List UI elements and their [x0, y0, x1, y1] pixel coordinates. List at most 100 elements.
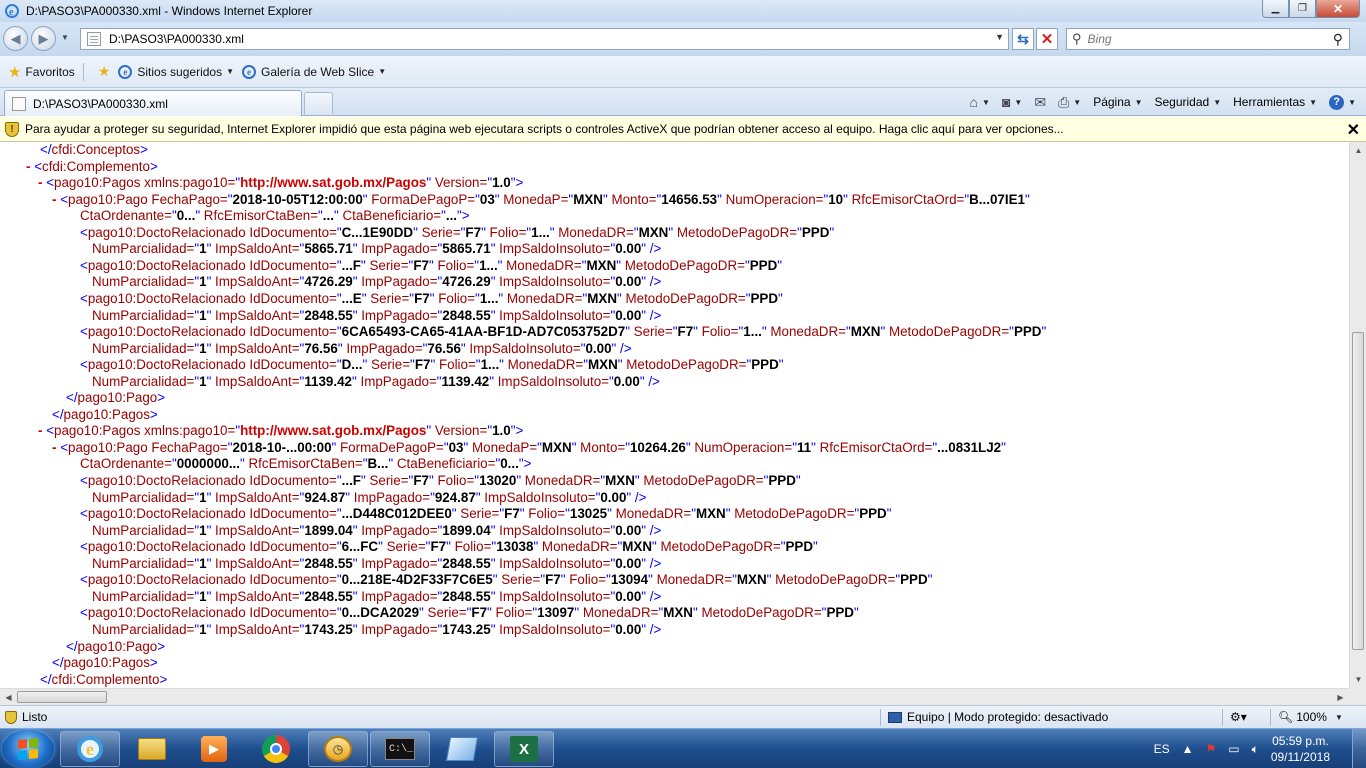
chevron-down-icon: ▼	[1073, 97, 1082, 107]
xml-line: NumParcialidad="1" ImpSaldoAnt="1139.42"…	[92, 373, 660, 389]
xml-closing-tag: </pago10:Pagos>	[52, 406, 158, 422]
show-hidden-icons-icon[interactable]: ▲	[1182, 742, 1194, 756]
help-icon: ?	[1329, 94, 1345, 110]
vertical-scrollbar[interactable]: ▲ ▼	[1349, 142, 1366, 688]
xml-element: <pago10:DoctoRelacionado IdDocumento="..…	[80, 473, 801, 488]
address-bar[interactable]: D:\PASO3\PA000330.xml ▼	[80, 28, 1009, 50]
security-menu[interactable]: Seguridad ▼	[1154, 95, 1221, 109]
language-indicator[interactable]: ES	[1154, 742, 1170, 756]
stop-button[interactable]: ✕	[1036, 28, 1058, 50]
print-button[interactable]: ⎙ ▼	[1058, 94, 1081, 111]
taskbar-excel[interactable]: X	[494, 731, 554, 767]
xml-element: <pago10:DoctoRelacionado IdDocumento="..…	[80, 257, 783, 273]
restore-button[interactable]: ❐	[1289, 0, 1316, 18]
taskbar-media-player[interactable]: ▶	[184, 731, 244, 767]
clock-icon: ◷	[324, 736, 352, 762]
start-button[interactable]	[2, 730, 54, 768]
taskbar-file-explorer[interactable]	[122, 731, 182, 767]
window-controls: ▁ ❐ ✕	[1262, 0, 1360, 18]
media-player-icon: ▶	[201, 736, 227, 762]
xml-element: <pago10:DoctoRelacionado IdDocumento="6C…	[80, 324, 1047, 340]
taskbar-internet-explorer[interactable]: e	[60, 731, 120, 767]
clock-time: 05:59 p.m.	[1272, 734, 1329, 748]
page-icon	[87, 32, 101, 46]
chevron-down-icon: ▼	[1134, 97, 1143, 107]
xml-line: NumParcialidad="1" ImpSaldoAnt="4726.29"…	[92, 274, 662, 290]
scroll-right-icon[interactable]: ▶	[1332, 689, 1349, 706]
xml-element: <pago10:DoctoRelacionado IdDocumento="..…	[80, 290, 783, 306]
action-center-icon[interactable]: ▭	[1228, 742, 1239, 756]
xml-element: <pago10:DoctoRelacionado IdDocumento="0.…	[80, 572, 933, 588]
forward-button[interactable]: ▶	[31, 26, 56, 51]
mail-button[interactable]: ✉	[1034, 94, 1046, 111]
history-dropdown[interactable]: ▼	[61, 33, 69, 42]
ie-page-icon: e	[242, 64, 257, 79]
home-button[interactable]: ⌂ ▼	[970, 94, 990, 110]
vertical-scroll-thumb[interactable]	[1352, 332, 1364, 650]
favorites-button[interactable]: ★ Favoritos	[8, 63, 75, 81]
scroll-down-icon[interactable]: ▼	[1350, 671, 1366, 688]
web-slice-gallery-button[interactable]: e Galería de Web Slice ▼	[242, 64, 387, 79]
tab-current[interactable]: D:\PASO3\PA000330.xml	[4, 90, 302, 116]
chevron-down-icon: ▼	[378, 67, 387, 76]
search-box[interactable]: ⚲ Bing ⚲	[1066, 28, 1350, 50]
taskbar-window-app[interactable]	[432, 731, 492, 767]
xml-collapsible-node: - <pago10:Pagos xmlns:pago10="http://www…	[38, 175, 524, 191]
page-icon	[12, 96, 26, 111]
search-go-icon[interactable]: ⚲	[1333, 31, 1343, 48]
tools-menu[interactable]: Herramientas ▼	[1233, 95, 1317, 109]
taskbar-command-prompt[interactable]: C:\_	[370, 731, 430, 767]
divider	[82, 62, 84, 81]
divider	[1222, 709, 1223, 726]
security-menu-label: Seguridad	[1154, 95, 1210, 109]
feeds-button[interactable]: ◙ ▼	[1002, 94, 1022, 110]
information-bar-message[interactable]: Para ayudar a proteger su seguridad, Int…	[25, 122, 1064, 136]
search-icon: ⚲	[1072, 31, 1082, 46]
scroll-up-icon[interactable]: ▲	[1350, 142, 1366, 159]
suggested-sites-button[interactable]: e Sitios sugeridos ▼	[118, 64, 234, 79]
security-zone[interactable]: Equipo | Modo protegido: desactivado	[888, 710, 1108, 724]
xml-line: NumParcialidad="1" ImpSaldoAnt="1743.25"…	[92, 621, 662, 637]
chevron-down-icon: ▼	[1309, 97, 1318, 107]
xml-element: <pago10:DoctoRelacionado IdDocumento="..…	[80, 506, 892, 522]
stop-icon: ✕	[1040, 31, 1054, 48]
xml-closing-tag: </cfdi:Complemento>	[40, 671, 168, 687]
scroll-left-icon[interactable]: ◀	[0, 689, 17, 706]
xml-collapsible-node: - <pago10:Pago FechaPago="2018-10-...00:…	[52, 439, 1006, 455]
clock-date: 09/11/2018	[1270, 750, 1330, 764]
printer-icon: ⎙	[1058, 93, 1070, 110]
information-bar[interactable]: ! Para ayudar a proteger su seguridad, I…	[0, 117, 1366, 142]
show-desktop-button[interactable]	[1352, 729, 1366, 768]
xml-line: CtaOrdenante="0000000..." RfcEmisorCtaBe…	[80, 456, 532, 472]
horizontal-scroll-thumb[interactable]	[17, 691, 107, 703]
close-button[interactable]: ✕	[1316, 0, 1360, 18]
xml-collapsible-node: - <cfdi:Complemento>	[26, 158, 158, 174]
chevron-down-icon: ▼	[1213, 97, 1222, 107]
xml-closing-tag: </pago10:Pago>	[66, 638, 166, 654]
address-dropdown[interactable]: ▼	[995, 32, 1004, 42]
horizontal-scrollbar[interactable]: ◀ ▶	[0, 688, 1349, 705]
address-url[interactable]: D:\PASO3\PA000330.xml	[109, 32, 244, 46]
new-tab-button[interactable]	[304, 92, 333, 114]
taskbar-time-clock[interactable]: ◷	[308, 731, 368, 767]
popup-blocker-icon[interactable]: ⚙▾	[1230, 710, 1247, 724]
system-clock[interactable]: 05:59 p.m. 09/11/2018	[1271, 733, 1330, 765]
page-menu-label: Página	[1093, 95, 1131, 109]
help-menu[interactable]: ? ▼	[1329, 94, 1356, 110]
zoom-control[interactable]: 🔍︎ 100% ▼	[1278, 710, 1343, 724]
volume-icon[interactable]: 🔈︎	[1252, 742, 1259, 757]
shield-warning-icon: !	[5, 121, 19, 137]
search-input[interactable]: Bing	[1088, 32, 1112, 46]
back-button[interactable]: ◀	[3, 26, 28, 51]
taskbar-chrome[interactable]	[246, 731, 306, 767]
folder-icon	[138, 738, 166, 760]
zoom-level: 100%	[1296, 710, 1327, 724]
minimize-button[interactable]: ▁	[1262, 0, 1289, 18]
xml-line: NumParcialidad="1" ImpSaldoAnt="1899.04"…	[92, 522, 662, 538]
page-menu[interactable]: Página ▼	[1093, 95, 1142, 109]
compatibility-refresh-button[interactable]: ⇆	[1012, 28, 1034, 50]
close-icon[interactable]: ✕	[1347, 120, 1360, 140]
network-warning-icon[interactable]: ⚑	[1206, 742, 1217, 756]
xml-element: <pago10:DoctoRelacionado IdDocumento="C.…	[80, 224, 835, 240]
add-favorite-icon[interactable]: ★	[98, 63, 111, 80]
